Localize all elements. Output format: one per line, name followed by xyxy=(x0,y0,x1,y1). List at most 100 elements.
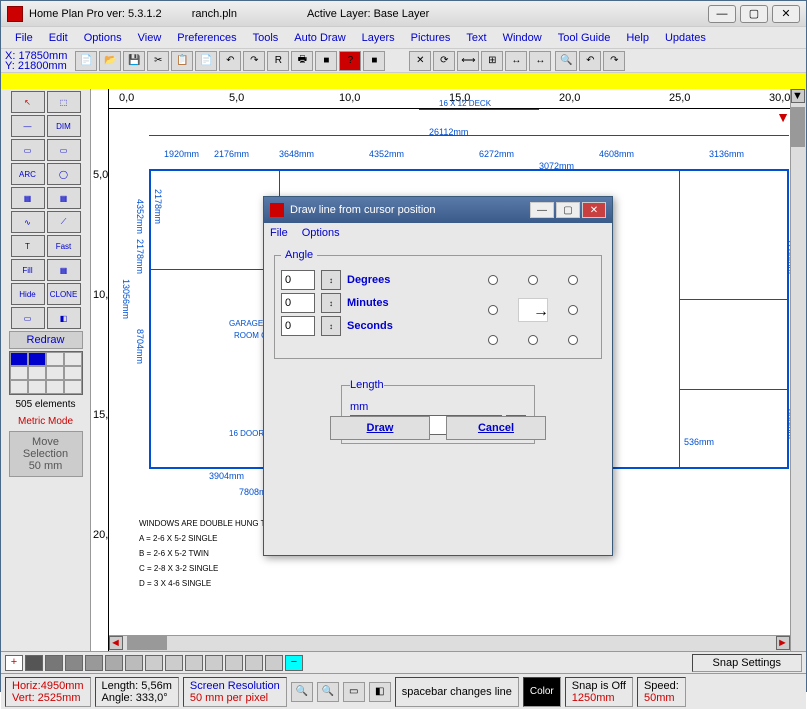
swatch[interactable] xyxy=(225,655,243,671)
menu-autodraw[interactable]: Auto Draw xyxy=(286,32,353,44)
select-tool[interactable]: ↖ xyxy=(11,91,45,113)
menu-file[interactable]: File xyxy=(7,32,41,44)
undo2-icon[interactable]: ↶ xyxy=(579,51,601,71)
close-button[interactable]: ✕ xyxy=(772,5,800,23)
redraw-button[interactable]: Redraw xyxy=(9,331,83,349)
scroll-left-icon[interactable]: ◄ xyxy=(109,636,123,650)
wave-tool[interactable]: ∿ xyxy=(11,211,45,233)
menu-help[interactable]: Help xyxy=(618,32,657,44)
redo2-icon[interactable]: ↷ xyxy=(603,51,625,71)
cut-icon[interactable]: ✂ xyxy=(147,51,169,71)
menu-tools[interactable]: Tools xyxy=(245,32,287,44)
tool-icon[interactable]: ■ xyxy=(363,51,385,71)
draw-button[interactable]: Draw xyxy=(330,416,430,440)
copy-icon[interactable]: 📋 xyxy=(171,51,193,71)
swatch[interactable] xyxy=(105,655,123,671)
dir-n[interactable] xyxy=(528,275,538,285)
delete-icon[interactable]: ✕ xyxy=(409,51,431,71)
dialog-close-button[interactable]: ✕ xyxy=(582,202,606,218)
swatch[interactable] xyxy=(145,655,163,671)
dir-sw[interactable] xyxy=(488,335,498,345)
swatch[interactable] xyxy=(85,655,103,671)
snap-settings-button[interactable]: Snap Settings xyxy=(692,654,803,672)
menu-edit[interactable]: Edit xyxy=(41,32,76,44)
menu-view[interactable]: View xyxy=(130,32,170,44)
minus-icon[interactable]: − xyxy=(285,655,303,671)
minutes-input[interactable] xyxy=(281,293,315,313)
dir-se[interactable] xyxy=(568,335,578,345)
fill-tool[interactable]: Fill xyxy=(11,259,45,281)
arrow-icon[interactable]: ↔ xyxy=(529,51,551,71)
dim-icon[interactable]: ↔ xyxy=(505,51,527,71)
measure-icon[interactable]: ⟷ xyxy=(457,51,479,71)
swatch[interactable] xyxy=(185,655,203,671)
diag-tool[interactable]: ⟋ xyxy=(47,211,81,233)
print-icon[interactable]: 🖶 xyxy=(291,51,313,71)
rotate-icon[interactable]: R xyxy=(267,51,289,71)
dir-e[interactable] xyxy=(568,305,578,315)
minutes-stepper[interactable]: ↕ xyxy=(321,293,341,313)
seconds-stepper[interactable]: ↕ xyxy=(321,316,341,336)
dialog-menu-options[interactable]: Options xyxy=(302,227,340,239)
menu-updates[interactable]: Updates xyxy=(657,32,714,44)
menu-pictures[interactable]: Pictures xyxy=(403,32,459,44)
zoom-icon[interactable]: 🔍 xyxy=(555,51,577,71)
swatch[interactable] xyxy=(165,655,183,671)
swatch[interactable] xyxy=(205,655,223,671)
grid-icon[interactable]: ⊞ xyxy=(481,51,503,71)
swatch[interactable] xyxy=(45,655,63,671)
hide-tool[interactable]: Hide xyxy=(11,283,45,305)
dim-tool[interactable]: DIM xyxy=(47,115,81,137)
cancel-button[interactable]: Cancel xyxy=(446,416,546,440)
dir-ne[interactable] xyxy=(568,275,578,285)
shape-tool[interactable]: ▭ xyxy=(11,307,45,329)
dialog-maximize-button[interactable]: ▢ xyxy=(556,202,580,218)
dir-w[interactable] xyxy=(488,305,498,315)
minimize-button[interactable]: — xyxy=(708,5,736,23)
dialog-menu-file[interactable]: File xyxy=(270,227,288,239)
open-icon[interactable]: 📂 xyxy=(99,51,121,71)
fast-tool[interactable]: Fast xyxy=(47,235,81,257)
menu-window[interactable]: Window xyxy=(495,32,550,44)
swatch[interactable] xyxy=(65,655,83,671)
swatch[interactable] xyxy=(125,655,143,671)
scroll-thumb[interactable] xyxy=(127,636,167,650)
scroll-thumb-v[interactable] xyxy=(791,107,805,147)
new-icon[interactable]: 📄 xyxy=(75,51,97,71)
hatch2-tool[interactable]: ▦ xyxy=(47,187,81,209)
scrollbar-vertical[interactable]: ▲ ▼ xyxy=(790,89,806,651)
circle-tool[interactable]: ◯ xyxy=(47,163,81,185)
tool-icon[interactable]: ■ xyxy=(315,51,337,71)
undo-icon[interactable]: ↶ xyxy=(219,51,241,71)
line-tool[interactable]: — xyxy=(11,115,45,137)
menu-text[interactable]: Text xyxy=(458,32,494,44)
menu-toolguide[interactable]: Tool Guide xyxy=(550,32,619,44)
dialog-titlebar[interactable]: Draw line from cursor position — ▢ ✕ xyxy=(264,197,612,223)
refresh-icon[interactable]: ⟳ xyxy=(433,51,455,71)
shape2-tool[interactable]: ◧ xyxy=(47,307,81,329)
move-selection[interactable]: Move Selection 50 mm xyxy=(9,431,83,477)
swatch[interactable] xyxy=(25,655,43,671)
dialog-minimize-button[interactable]: — xyxy=(530,202,554,218)
redo-icon[interactable]: ↷ xyxy=(243,51,265,71)
pattern-tool[interactable]: ▦ xyxy=(47,259,81,281)
menu-preferences[interactable]: Preferences xyxy=(169,32,244,44)
swatch[interactable] xyxy=(245,655,263,671)
swatch[interactable] xyxy=(265,655,283,671)
color-palette[interactable] xyxy=(9,351,83,395)
maximize-button[interactable]: ▢ xyxy=(740,5,768,23)
dir-s[interactable] xyxy=(528,335,538,345)
save-icon[interactable]: 💾 xyxy=(123,51,145,71)
dir-nw[interactable] xyxy=(488,275,498,285)
paste-icon[interactable]: 📄 xyxy=(195,51,217,71)
seconds-input[interactable] xyxy=(281,316,315,336)
plus-icon[interactable]: + xyxy=(5,655,23,671)
clone-tool[interactable]: CLONE xyxy=(47,283,81,305)
menu-layers[interactable]: Layers xyxy=(354,32,403,44)
hatch-tool[interactable]: ▦ xyxy=(11,187,45,209)
degrees-input[interactable] xyxy=(281,270,315,290)
scroll-right-icon[interactable]: ► xyxy=(776,636,790,650)
rect-tool[interactable]: ▭ xyxy=(11,139,45,161)
text-tool[interactable]: T xyxy=(11,235,45,257)
degrees-stepper[interactable]: ↕ xyxy=(321,270,341,290)
